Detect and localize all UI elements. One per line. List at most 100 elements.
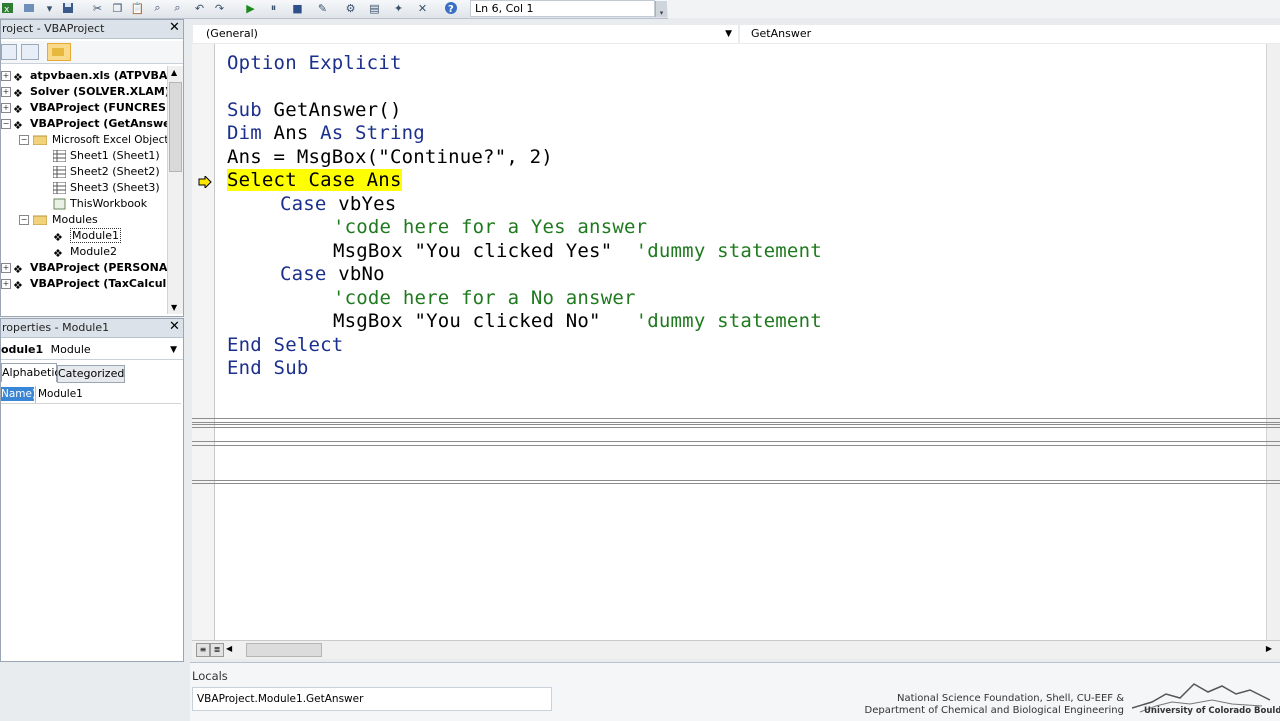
logo-text: University of Colorado Boulder — [1144, 706, 1280, 716]
expand-toggle[interactable]: + — [1, 279, 11, 289]
tree-item[interactable]: ❖ VBAProject (TaxCalcul — [13, 276, 166, 292]
scroll-down-icon[interactable]: ▼ — [171, 303, 177, 312]
code-line[interactable]: MsgBox "You clicked Yes" 'dummy statemen… — [333, 240, 822, 263]
tree-item[interactable]: Sheet3 (Sheet3) — [52, 180, 160, 196]
tree-item-label: Sheet2 (Sheet2) — [70, 165, 160, 178]
tree-item-label: ThisWorkbook — [70, 197, 148, 210]
expand-toggle[interactable]: + — [1, 71, 11, 81]
tree-item[interactable]: ThisWorkbook — [53, 196, 147, 212]
collapse-toggle[interactable]: − — [19, 215, 29, 225]
copy-icon[interactable]: ❐ — [110, 1, 125, 15]
locals-context[interactable]: VBAProject.Module1.GetAnswer — [192, 687, 552, 711]
close-icon[interactable]: ✕ — [168, 21, 181, 35]
tree-item[interactable]: Sheet2 (Sheet2) — [52, 164, 160, 180]
scroll-left-icon[interactable]: ◀ — [226, 644, 232, 653]
chevron-down-icon[interactable]: ▼ — [170, 341, 177, 359]
toolbar-overflow-grip[interactable]: ▾ — [655, 1, 667, 17]
tree-item[interactable]: ❖ Module1 — [53, 228, 121, 244]
workbook-icon — [53, 198, 67, 210]
property-value[interactable]: Module1 — [38, 387, 83, 402]
code-line[interactable]: MsgBox "You clicked No" 'dummy statement — [333, 310, 822, 333]
pane-splitter[interactable] — [192, 418, 1280, 423]
tab-categorized[interactable]: Categorized — [57, 365, 125, 383]
keyword: String — [355, 122, 425, 144]
tree-item[interactable]: ❖ VBAProject (PERSONAL — [13, 260, 167, 276]
collapse-toggle[interactable]: − — [1, 119, 11, 129]
expand-toggle[interactable]: + — [1, 103, 11, 113]
project-panel-title-text: roject - VBAProject — [2, 22, 105, 35]
design-mode-icon[interactable]: ✎ — [315, 1, 330, 15]
object-combo[interactable]: (General) ▼ — [193, 25, 738, 43]
pane-splitter[interactable] — [192, 441, 1280, 446]
property-row[interactable]: Name) Module1 — [1, 386, 181, 404]
scroll-thumb[interactable] — [246, 643, 322, 657]
scroll-up-icon[interactable]: ▲ — [171, 68, 177, 77]
code-margin-indicator-bar[interactable] — [192, 44, 215, 640]
procedure-view-icon[interactable]: ≡ — [196, 643, 210, 657]
tree-item[interactable]: Sheet1 (Sheet1) — [52, 148, 160, 164]
object-browser-icon[interactable]: ✦ — [391, 1, 406, 15]
object-selector[interactable]: odule1 Module ▼ — [1, 341, 183, 360]
code-line[interactable]: Option Explicit — [227, 52, 402, 75]
code-line[interactable]: Case vbYes — [280, 193, 396, 216]
keyword: End Sub — [227, 357, 309, 379]
code-line[interactable]: Dim Ans As String — [227, 122, 425, 145]
toolbox-icon[interactable]: ✕ — [415, 1, 430, 15]
tree-item[interactable]: ❖ VBAProject (GetAnswe — [13, 116, 167, 132]
standard-toolbar: x ▾ ✂ ❐ 📋 ⌕ ⌕ ↶ ↷ ▶ ⏸ ■ ✎ ⚙ ▤ ✦ ✕ ? Ln 6… — [0, 0, 668, 19]
properties-panel-title: roperties - Module1 ✕ — [1, 319, 183, 338]
find-icon-2[interactable]: ⌕ — [170, 1, 185, 15]
code-line[interactable]: Ans = MsgBox("Continue?", 2) — [227, 146, 553, 169]
collapse-toggle[interactable]: − — [19, 135, 29, 145]
code-line[interactable]: Case vbNo — [280, 263, 385, 286]
code-line[interactable]: 'code here for a No answer — [333, 287, 636, 310]
tree-item[interactable]: ❖ VBAProject (FUNCRES.X — [13, 100, 167, 116]
insert-module-icon[interactable] — [22, 1, 37, 15]
tree-item-label: Sheet3 (Sheet3) — [70, 181, 160, 194]
code-line[interactable]: End Select — [227, 334, 343, 357]
code-horizontal-scrollbar[interactable]: ≡ ≣ ◀ ▶ — [192, 640, 1280, 659]
undo-icon[interactable]: ↶ — [192, 1, 207, 15]
code-vertical-scrollbar[interactable] — [1266, 44, 1280, 640]
redo-icon[interactable]: ↷ — [212, 1, 227, 15]
reset-icon[interactable]: ■ — [290, 1, 305, 15]
tree-item[interactable]: Modules — [32, 212, 98, 228]
cut-icon[interactable]: ✂ — [90, 1, 105, 15]
tab-label: Alphabetic — [2, 366, 61, 379]
chevron-down-icon[interactable]: ▾ — [42, 1, 57, 15]
chevron-down-icon[interactable]: ▼ — [725, 25, 732, 43]
project-tree-scrollbar[interactable]: ▲ ▼ — [167, 66, 183, 314]
pane-splitter[interactable] — [192, 480, 1280, 484]
scroll-thumb[interactable] — [169, 82, 182, 172]
paste-icon[interactable]: 📋 — [130, 1, 145, 15]
view-code-icon[interactable] — [1, 44, 17, 60]
code-line[interactable]: End Sub — [227, 357, 308, 380]
project-explorer-icon[interactable]: ⚙ — [343, 1, 358, 15]
expand-toggle[interactable]: + — [1, 87, 11, 97]
procedure-combo[interactable]: GetAnswer — [740, 25, 1280, 43]
find-icon[interactable]: ⌕ — [150, 1, 165, 15]
tree-item[interactable]: Microsoft Excel Object — [32, 132, 167, 148]
close-icon[interactable]: ✕ — [168, 320, 181, 334]
help-icon[interactable]: ? — [443, 1, 458, 15]
tree-item[interactable]: ❖ Module2 — [53, 244, 117, 260]
view-object-icon[interactable] — [21, 44, 39, 60]
code-line[interactable]: Sub GetAnswer() — [227, 99, 402, 122]
run-icon[interactable]: ▶ — [243, 1, 258, 15]
tree-item[interactable]: ❖ atpvbaen.xls (ATPVBAE — [13, 68, 167, 84]
scroll-right-icon[interactable]: ▶ — [1266, 644, 1272, 653]
break-icon[interactable]: ⏸ — [266, 1, 281, 15]
tree-item[interactable]: ❖ Solver (SOLVER.XLAM) — [13, 84, 167, 100]
full-module-view-icon[interactable]: ≣ — [210, 643, 224, 657]
toggle-folders-icon[interactable] — [47, 43, 71, 61]
properties-icon[interactable]: ▤ — [367, 1, 382, 15]
code-line[interactable]: 'code here for a Yes answer — [333, 216, 647, 239]
tab-alphabetic[interactable]: Alphabetic — [1, 363, 61, 382]
locals-title: Locals — [192, 669, 228, 683]
expand-toggle[interactable]: + — [1, 263, 11, 273]
save-icon[interactable] — [60, 1, 75, 15]
code-line-current[interactable]: Select Case Ans — [227, 169, 402, 192]
excel-icon[interactable]: x — [0, 1, 15, 15]
properties-panel: roperties - Module1 ✕ odule1 Module ▼ Al… — [0, 318, 184, 662]
pane-splitter[interactable] — [192, 424, 1280, 428]
